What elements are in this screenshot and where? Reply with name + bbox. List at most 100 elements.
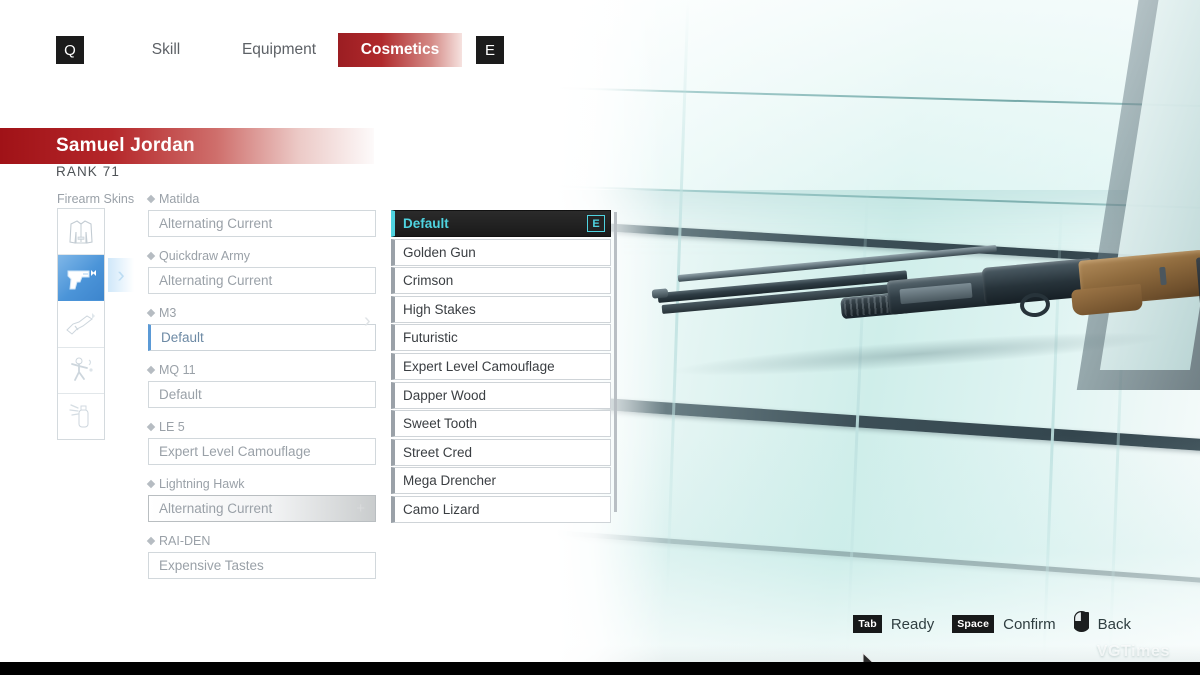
skin-option-label: Futuristic [403, 330, 458, 346]
diamond-bullet-icon [146, 422, 156, 432]
weapon-slot-skin-button[interactable]: Expensive Tastes [148, 552, 376, 579]
weapon-muzzle [651, 288, 669, 299]
weapon-slot: RAI-DEN Expensive Tastes [146, 534, 376, 579]
skin-option[interactable]: Expert Level Camouflage [391, 352, 611, 380]
skin-option[interactable]: Futuristic [391, 324, 611, 352]
weapon-slot-skin-button[interactable]: Default [148, 381, 376, 408]
diamond-bullet-icon [146, 308, 156, 318]
diamond-bullet-icon [146, 536, 156, 546]
skin-option-label: Crimson [403, 273, 454, 289]
spray-icon [66, 402, 96, 430]
weapon-slot-skin-button[interactable]: Alternating Current + [148, 495, 376, 522]
skin-option[interactable]: Golden Gun [391, 238, 611, 266]
weapon-slot-skin-value: Alternating Current [159, 216, 273, 231]
weapon-slot-label: RAI-DEN [159, 534, 211, 548]
rail-item-weapon-charm[interactable] [58, 301, 104, 348]
tab-cosmetics[interactable]: Cosmetics [338, 33, 462, 67]
category-nav: Q Skill Equipment Cosmetics E [0, 0, 556, 100]
skin-option[interactable]: Camo Lizard [391, 495, 611, 523]
rifle-icon [65, 311, 97, 337]
skin-option-label: Street Cred [403, 444, 473, 460]
rail-expand-chevron-icon[interactable]: › [108, 258, 134, 292]
weapon-slot-skin-value: Alternating Current [159, 501, 273, 516]
skin-option-label: Camo Lizard [403, 501, 480, 517]
weapon-slot-label: Lightning Hawk [159, 477, 245, 491]
weapon-slot-name: LE 5 [146, 420, 376, 434]
diamond-bullet-icon [146, 479, 156, 489]
skin-list-scrollbar[interactable] [614, 212, 617, 512]
weapon-slot-name: RAI-DEN [146, 534, 376, 548]
weapon-trigger-guard [1018, 291, 1052, 319]
player-rank: RANK 71 [56, 164, 120, 179]
weapon-slot-label: Matilda [159, 192, 200, 206]
weapon-slot-name: Matilda [146, 192, 376, 206]
weapon-preview-scene [556, 0, 1200, 675]
emote-icon [67, 356, 95, 384]
weapon-slot-skin-button[interactable]: Default [148, 324, 376, 351]
rail-item-firearm[interactable] [58, 255, 104, 302]
diamond-bullet-icon [146, 194, 156, 204]
tab-equipment[interactable]: Equipment [220, 33, 338, 67]
weapon-slot-list: Matilda Alternating Current Quickdraw Army… [146, 192, 376, 591]
weapon-slot-label: LE 5 [159, 420, 185, 434]
hint-key-confirm[interactable]: Space [952, 615, 995, 633]
weapon-slot-name: MQ 11 [146, 363, 376, 377]
weapon-slot: MQ 11 Default [146, 363, 376, 408]
weapon-slot-name: Lightning Hawk [146, 477, 376, 491]
hint-key-ready[interactable]: Tab [853, 615, 882, 633]
watermark: VGTimes [1096, 643, 1170, 660]
mouse-right-button-icon[interactable] [1072, 611, 1090, 637]
weapon-slot: M3 Default [146, 306, 376, 351]
weapon-slot: Matilda Alternating Current [146, 192, 376, 237]
weapon-slot: Lightning Hawk Alternating Current + [146, 477, 376, 522]
control-hints: Tab Ready Space Confirm Back [853, 611, 1140, 637]
slot-chevron-right-icon: › [364, 310, 371, 332]
skin-option[interactable]: High Stakes [391, 295, 611, 323]
diamond-bullet-icon [146, 251, 156, 261]
weapon-slot-name: M3 [146, 306, 376, 320]
skin-option-list: Default E Golden Gun Crimson High Stakes Futu… [391, 210, 611, 525]
rail-item-outfit[interactable] [58, 209, 104, 256]
hint-label-ready: Ready [890, 615, 935, 633]
skin-option[interactable]: Crimson [391, 267, 611, 295]
weapon-slot-skin-button[interactable]: Alternating Current [148, 210, 376, 237]
next-category-key[interactable]: E [476, 36, 504, 64]
weapon-stock-grip [1070, 283, 1144, 317]
weapon-slot-skin-value: Alternating Current [159, 273, 273, 288]
add-skin-plus-icon[interactable]: + [356, 501, 365, 516]
weapon-slot: Quickdraw Army Alternating Current [146, 249, 376, 294]
rail-title: Firearm Skins [57, 192, 135, 206]
skin-option-label: Mega Drencher [403, 473, 497, 489]
tab-skill[interactable]: Skill [112, 33, 220, 67]
hint-label-confirm: Confirm [1003, 615, 1056, 633]
skin-option[interactable]: Sweet Tooth [391, 410, 611, 438]
rail-item-emote[interactable] [58, 348, 104, 394]
weapon-slot-label: Quickdraw Army [159, 249, 250, 263]
weapon-slot-skin-button[interactable]: Expert Level Camouflage [148, 438, 376, 465]
skin-option-label: Expert Level Camouflage [403, 358, 555, 374]
skin-option-label: Default [403, 216, 449, 231]
skin-option-label: Dapper Wood [403, 387, 487, 403]
handgun-icon [66, 265, 96, 291]
weapon-slot-label: MQ 11 [159, 363, 196, 377]
letterbox-bottom [0, 662, 1200, 675]
diamond-bullet-icon [146, 365, 156, 375]
weapon-slot-name: Quickdraw Army [146, 249, 376, 263]
skin-option-selected[interactable]: Default E [391, 210, 611, 237]
prev-category-key[interactable]: Q [56, 36, 84, 64]
skin-option-label: High Stakes [403, 301, 476, 317]
weapon-model-m3-shotgun [648, 244, 1200, 385]
hint-label-back: Back [1097, 615, 1131, 633]
rail-item-spray[interactable] [58, 394, 104, 439]
weapon-slot: LE 5 Expert Level Camouflage [146, 420, 376, 465]
jacket-icon [68, 218, 94, 246]
skin-option[interactable]: Dapper Wood [391, 381, 611, 409]
weapon-slot-skin-value: Expensive Tastes [159, 558, 264, 573]
skin-option[interactable]: Mega Drencher [391, 467, 611, 495]
confirm-key-badge[interactable]: E [587, 215, 605, 232]
weapon-slot-skin-button[interactable]: Alternating Current [148, 267, 376, 294]
skin-option[interactable]: Street Cred [391, 438, 611, 466]
skin-option-label: Sweet Tooth [403, 416, 478, 432]
player-banner: Samuel Jordan [0, 128, 374, 164]
player-name: Samuel Jordan [56, 135, 195, 156]
